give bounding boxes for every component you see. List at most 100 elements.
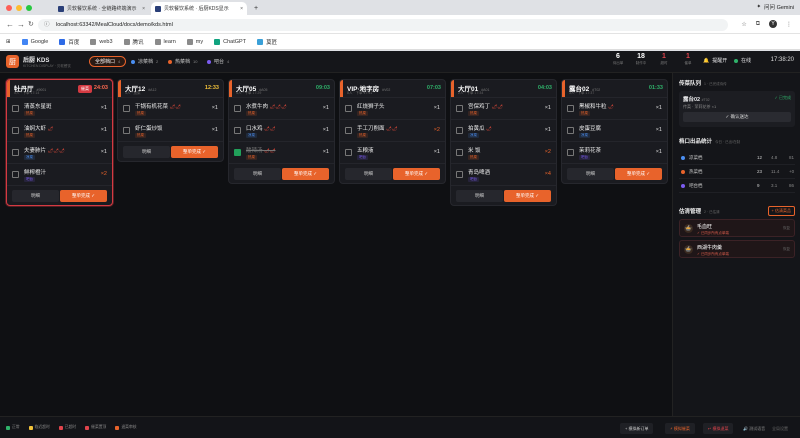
browser-tab-kds[interactable]: 贝软餐饮系统 · 后厨KDS显示 ×	[151, 2, 247, 15]
item-name-text: 米 饭	[468, 148, 481, 154]
extensions-icon[interactable]: ⧉	[756, 21, 760, 28]
order-item[interactable]: 油焖大虾 🌶 热菜 ×1	[7, 119, 112, 141]
complete-order-button[interactable]: 整单完成 ✓	[171, 146, 218, 158]
site-info-icon[interactable]: ⓘ	[44, 19, 50, 31]
order-meta: 4人 · 下单 17:29	[236, 91, 262, 95]
item-checkbox[interactable]	[567, 149, 574, 156]
profile-avatar[interactable]: Y	[769, 20, 777, 28]
detail-button[interactable]: 明细	[345, 168, 392, 180]
item-checkbox[interactable]	[345, 149, 352, 156]
chili-icon: 🌶🌶	[386, 126, 398, 131]
order-item[interactable]: 干锅有机花菜 🌶🌶 热菜 ×1	[118, 97, 223, 119]
bookmark-mojiang[interactable]: 莫匠	[257, 38, 277, 46]
order-item[interactable]: 五粮液 吧台 ×1	[340, 141, 445, 163]
test-voice-button[interactable]: 🔊 测试语音	[738, 423, 770, 434]
order-item[interactable]: 米 饭热菜 ×2	[451, 141, 556, 163]
order-item[interactable]: 夫妻肺片 🌶🌶🌶 凉菜 ×1	[7, 141, 112, 163]
add-soldout-button[interactable]: + 估清菜品	[767, 206, 795, 216]
new-tab-button[interactable]: +	[250, 2, 262, 15]
item-checkbox[interactable]	[123, 127, 130, 134]
item-checkbox[interactable]	[234, 149, 241, 156]
complete-order-button[interactable]: 整单完成 ✓	[504, 190, 551, 202]
restore-button[interactable]: 恢复	[783, 226, 790, 231]
order-item[interactable]: 虾仁蛋炒饭 热菜 ×1	[118, 119, 223, 141]
confirm-delivered-button[interactable]: ✓ 确认送达	[683, 112, 791, 122]
forward-icon[interactable]: →	[17, 20, 25, 29]
order-item[interactable]: 红烧狮子头 热菜 ×1	[340, 97, 445, 119]
filter-hot[interactable]: 热菜档 10	[163, 56, 202, 67]
item-checkbox[interactable]	[456, 149, 463, 156]
restore-button[interactable]: 恢复	[783, 247, 790, 252]
detail-button[interactable]: 明细	[12, 190, 59, 202]
bookmark-label: ChatGPT	[223, 38, 247, 45]
global-settings-button[interactable]: 全局设置	[770, 423, 790, 434]
item-checkbox[interactable]	[12, 127, 19, 134]
browser-tab-demo[interactable]: 贝软餐饮系统 · 全链路终端演示 ×	[54, 2, 149, 15]
detail-button[interactable]: 明细	[567, 168, 614, 180]
simulate-refund-button[interactable]: ↩ 模拟退菜	[703, 423, 734, 434]
order-item[interactable]: 拍黄瓜 🌶 凉菜 ×1	[451, 119, 556, 141]
complete-order-button[interactable]: 整单完成 ✓	[393, 168, 440, 180]
item-checkbox[interactable]	[234, 105, 241, 112]
order-item[interactable]: 宫保鸡丁 🌶🌶 热菜 ×1	[451, 97, 556, 119]
window-controls[interactable]	[6, 5, 32, 11]
bookmark-google[interactable]: Google	[21, 38, 48, 45]
legend-overtime: 已超时	[58, 425, 76, 430]
item-checkbox[interactable]	[12, 171, 19, 178]
close-window-icon[interactable]	[6, 5, 12, 11]
item-checkbox[interactable]	[456, 105, 463, 112]
complete-order-button[interactable]: 整单完成 ✓	[615, 168, 662, 180]
item-checkbox[interactable]	[456, 127, 463, 134]
bookmark-learn[interactable]: learn	[154, 38, 176, 45]
bookmark-my[interactable]: my	[186, 38, 203, 45]
detail-button[interactable]: 明细	[234, 168, 281, 180]
order-item[interactable]: 酸辣汤 🌶🌶 热菜 ×1	[229, 141, 334, 163]
order-item[interactable]: 青岛啤酒 吧台 ×4	[451, 163, 556, 185]
bookmark-web3[interactable]: web3	[90, 38, 113, 45]
item-checkbox[interactable]	[567, 105, 574, 112]
order-item[interactable]: 清蒸东星斑 热菜 ×1	[7, 97, 112, 119]
close-tab-icon[interactable]: ×	[142, 6, 145, 12]
filter-cold[interactable]: 凉菜档 2	[126, 56, 163, 67]
stat-label: 催单	[684, 61, 692, 65]
order-item[interactable]: 手工刀削面 🌶🌶 热菜 ×2	[340, 119, 445, 141]
item-checkbox[interactable]	[234, 127, 241, 134]
menu-icon[interactable]: ⋮	[786, 21, 792, 28]
item-checkbox[interactable]	[345, 127, 352, 134]
order-item[interactable]: 口水鸡 🌶🌶 凉菜 ×1	[229, 119, 334, 141]
order-item[interactable]: 鲜榨橙汁 吧台 ×2	[7, 163, 112, 185]
simulate-order-button[interactable]: + 模拟新订单	[620, 423, 654, 434]
gemini-button[interactable]: ✦ 问问 Gemini	[756, 3, 794, 11]
back-icon[interactable]: ←	[6, 20, 14, 29]
item-checkbox[interactable]	[123, 105, 130, 112]
order-item[interactable]: 茉莉花茶 吧台 ×1	[562, 141, 667, 163]
apps-icon[interactable]: ⊞	[6, 39, 11, 45]
item-checkbox[interactable]	[567, 127, 574, 134]
item-checkbox[interactable]	[12, 105, 19, 112]
bookmark-tencent[interactable]: 腾讯	[123, 38, 144, 46]
remind-toggle[interactable]: 🔔 提醒开	[703, 57, 727, 65]
order-item[interactable]: 水煮牛肉 🌶🌶🌶 热菜 ×1	[229, 97, 334, 119]
bookmark-star-icon[interactable]: ☆	[741, 21, 746, 28]
filter-all[interactable]: 全部档口 4	[89, 56, 127, 67]
item-checkbox[interactable]	[456, 171, 463, 178]
order-item[interactable]: 黑椒和牛粒 🌶 热菜 ×1	[562, 97, 667, 119]
maximize-window-icon[interactable]	[26, 5, 32, 11]
bell-icon: 🔔	[703, 57, 710, 64]
detail-button[interactable]: 明细	[123, 146, 170, 158]
item-checkbox[interactable]	[12, 149, 19, 156]
complete-order-button[interactable]: 整单完成 ✓	[282, 168, 329, 180]
order-item[interactable]: 皮蛋豆腐 凉菜 ×1	[562, 119, 667, 141]
detail-button[interactable]: 明细	[456, 190, 503, 202]
minimize-window-icon[interactable]	[16, 5, 22, 11]
reload-icon[interactable]: ↻	[28, 20, 34, 28]
item-checkbox[interactable]	[345, 105, 352, 112]
simulate-rush-button[interactable]: ⚡ 模拟催菜	[665, 423, 695, 434]
complete-order-button[interactable]: 整单完成 ✓	[60, 190, 107, 202]
close-tab-icon[interactable]: ×	[240, 6, 243, 12]
bookmarks-bar: ⊞ Google 百度 web3 腾讯 learn my ChatGPT 莫匠	[0, 34, 800, 50]
url-field[interactable]: ⓘ localhost:63342/MealCloud/docs/demo/kds…	[38, 19, 728, 31]
bookmark-chatgpt[interactable]: ChatGPT	[214, 38, 247, 45]
filter-bar[interactable]: 吧台 4	[202, 56, 234, 67]
bookmark-baidu[interactable]: 百度	[59, 38, 79, 46]
